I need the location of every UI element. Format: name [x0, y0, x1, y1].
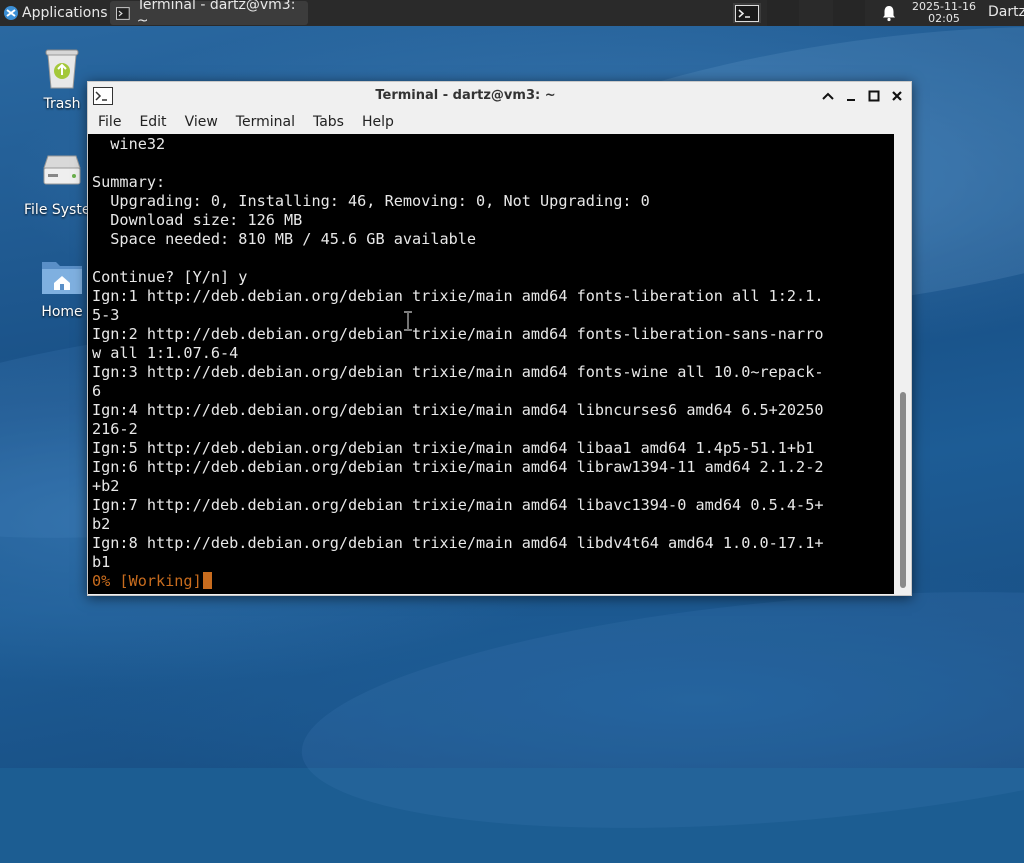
applications-menu-button[interactable]: Applications ≡ [0, 0, 122, 26]
minimize-icon [847, 99, 855, 101]
scrollbar-thumb[interactable] [900, 392, 906, 588]
terminal-line: w all 1:1.07.6-4 [92, 344, 239, 362]
terminal-line: 5-3 [92, 306, 120, 324]
terminal-line: Ign:3 http://deb.debian.org/debian trixi… [92, 363, 824, 381]
terminal-scrollbar[interactable] [894, 134, 911, 594]
terminal-line: Continue? [Y/n] y [92, 268, 248, 286]
terminal-output[interactable]: wine32 Summary: Upgrading: 0, Installing… [88, 134, 894, 594]
terminal-line: Ign:4 http://deb.debian.org/debian trixi… [92, 401, 824, 419]
taskbar-terminal-button[interactable]: Terminal - dartz@vm3: ~ [110, 0, 308, 29]
terminal-window[interactable]: Terminal - dartz@vm3: ~ File Edit View T… [87, 81, 912, 596]
applications-label: Applications [22, 5, 108, 21]
panel-separator [767, 0, 799, 26]
terminal-icon [735, 4, 759, 22]
home-folder-icon [38, 252, 86, 300]
top-panel: Applications ≡ Terminal - dartz@vm3: ~ 2… [0, 0, 1024, 29]
panel-separator [833, 0, 865, 26]
taskbar-terminal-label: Terminal - dartz@vm3: ~ [136, 0, 296, 29]
terminal-line: Ign:6 http://deb.debian.org/debian trixi… [92, 458, 824, 476]
terminal-line: 6 [92, 382, 102, 400]
terminal-cursor [202, 572, 212, 589]
wallpaper-wave [292, 556, 1024, 863]
menu-tabs[interactable]: Tabs [304, 114, 353, 130]
progress-status: 0% [Working] [92, 572, 202, 590]
terminal-line: 216-2 [92, 420, 138, 438]
terminal-line: Summary: [92, 173, 166, 191]
window-title: Terminal - dartz@vm3: ~ [375, 88, 556, 103]
terminal-line: Ign:2 http://deb.debian.org/debian trixi… [92, 325, 824, 343]
terminal-line: Upgrading: 0, Installing: 46, Removing: … [92, 192, 650, 210]
terminal-line: Ign:7 http://deb.debian.org/debian trixi… [92, 496, 824, 514]
menu-file[interactable]: File [88, 114, 130, 130]
terminal-icon [116, 6, 130, 20]
terminal-line: wine32 [92, 135, 166, 153]
tray-terminal-button[interactable] [733, 3, 761, 23]
menu-edit[interactable]: Edit [130, 114, 175, 130]
maximize-icon [868, 90, 880, 102]
menu-help[interactable]: Help [353, 114, 403, 130]
terminal-line: +b2 [92, 477, 120, 495]
terminal-text: wine32 Summary: Upgrading: 0, Installing… [88, 135, 824, 591]
clock-time: 02:05 [928, 12, 960, 25]
text-cursor-icon [404, 311, 412, 331]
terminal-line: Ign:8 http://deb.debian.org/debian trixi… [92, 534, 824, 552]
menu-terminal[interactable]: Terminal [227, 114, 304, 130]
terminal-line: Ign:1 http://deb.debian.org/debian trixi… [92, 287, 824, 305]
trash-icon [38, 44, 86, 92]
user-menu[interactable]: Dartz [988, 4, 1024, 20]
terminal-line: Download size: 126 MB [92, 211, 303, 229]
terminal-line: Space needed: 810 MB / 45.6 GB available [92, 230, 477, 248]
chevron-up-icon [822, 92, 834, 100]
window-shade-button[interactable] [819, 87, 837, 105]
menu-bar: File Edit View Terminal Tabs Help [88, 110, 911, 134]
window-minimize-button[interactable] [842, 87, 860, 105]
clock[interactable]: 2025-11-16 02:05 [906, 1, 982, 25]
notification-bell-icon[interactable] [881, 4, 897, 22]
drive-icon [38, 150, 86, 198]
menu-view[interactable]: View [176, 114, 227, 130]
close-icon [892, 91, 902, 101]
terminal-line: Ign:5 http://deb.debian.org/debian trixi… [92, 439, 815, 457]
xfce-logo-icon [4, 6, 18, 20]
terminal-line: b2 [92, 515, 111, 533]
window-titlebar[interactable]: Terminal - dartz@vm3: ~ [88, 82, 911, 110]
terminal-line: b1 [92, 553, 111, 571]
window-maximize-button[interactable] [865, 87, 883, 105]
window-close-button[interactable] [888, 87, 906, 105]
